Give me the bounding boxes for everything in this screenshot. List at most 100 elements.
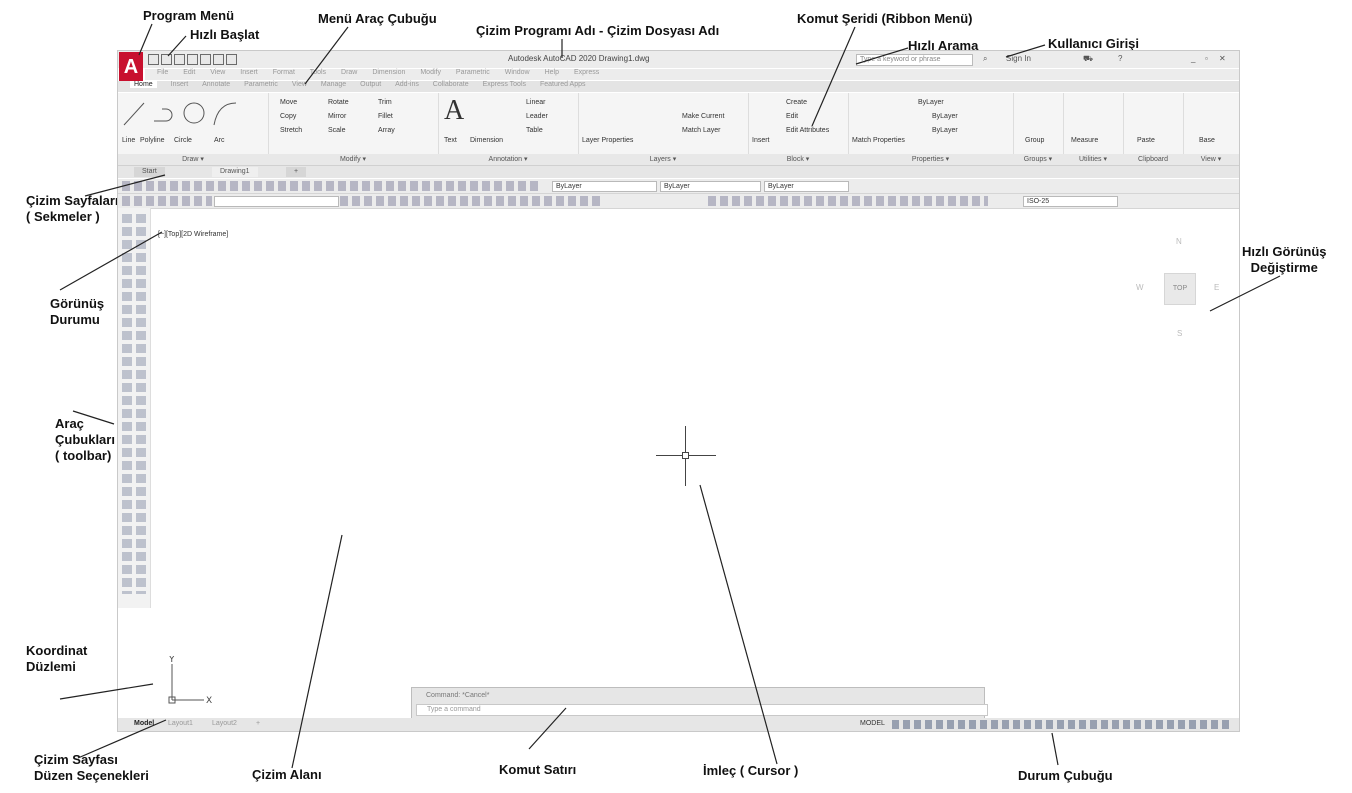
arc-button[interactable]: Arc: [214, 137, 225, 144]
modify-toolbar[interactable]: [136, 214, 146, 594]
viewcube-north[interactable]: N: [1176, 237, 1182, 246]
tab-insert[interactable]: Insert: [171, 81, 189, 88]
tab-view[interactable]: View: [292, 81, 307, 88]
menu-item[interactable]: Express: [574, 69, 599, 76]
table-button[interactable]: Table: [526, 127, 543, 134]
leader-button[interactable]: Leader: [526, 113, 548, 120]
array-button[interactable]: Array: [378, 127, 395, 134]
properties-panel-label[interactable]: Properties ▾: [848, 154, 1013, 165]
measure-button[interactable]: Measure: [1071, 137, 1098, 144]
tab-addins[interactable]: Add-ins: [395, 81, 419, 88]
annotation-panel-label[interactable]: Annotation ▾: [438, 154, 578, 165]
fillet-button[interactable]: Fillet: [378, 113, 393, 120]
viewcube-south[interactable]: S: [1177, 329, 1182, 338]
block-panel-label[interactable]: Block ▾: [748, 154, 848, 165]
clipboard-panel-label[interactable]: Clipboard: [1123, 154, 1183, 165]
utilities-panel-label[interactable]: Utilities ▾: [1063, 154, 1123, 165]
tab-manage[interactable]: Manage: [321, 81, 346, 88]
copy-button[interactable]: Copy: [280, 113, 296, 120]
text-button[interactable]: Text: [444, 137, 457, 144]
help-icon[interactable]: ?: [1118, 54, 1122, 63]
viewcube-top[interactable]: TOP: [1164, 273, 1196, 305]
dimstyle-dropdown[interactable]: ISO-25: [1023, 196, 1118, 207]
paste-button[interactable]: Paste: [1137, 137, 1155, 144]
linetype-select[interactable]: ByLayer: [932, 113, 958, 120]
viewcube-west[interactable]: W: [1136, 283, 1144, 292]
object-toolbar-icons[interactable]: [340, 196, 600, 206]
menu-item[interactable]: Tools: [310, 69, 326, 76]
scale-button[interactable]: Scale: [328, 127, 346, 134]
edit-attributes-button[interactable]: Edit Attributes: [786, 127, 829, 134]
menu-item[interactable]: Dimension: [372, 69, 405, 76]
polyline-button[interactable]: Polyline: [140, 137, 165, 144]
close-icon[interactable]: ✕: [1219, 54, 1226, 63]
status-toggles[interactable]: [892, 720, 1232, 729]
draw-panel-label[interactable]: Draw ▾: [118, 154, 268, 165]
layer-dropdown[interactable]: [214, 196, 339, 207]
draw-toolbar[interactable]: [122, 214, 132, 594]
make-current-button[interactable]: Make Current: [682, 113, 724, 120]
layers-panel-label[interactable]: Layers ▾: [578, 154, 748, 165]
menu-item[interactable]: Draw: [341, 69, 357, 76]
linear-button[interactable]: Linear: [526, 99, 545, 106]
binoculars-icon[interactable]: ⌕: [983, 54, 987, 64]
command-input[interactable]: Type a command: [416, 704, 988, 716]
insert-button[interactable]: Insert: [752, 137, 770, 144]
menu-item[interactable]: Insert: [240, 69, 258, 76]
view-state-label[interactable]: [−][Top][2D Wireframe]: [158, 231, 228, 238]
color-dropdown[interactable]: ByLayer: [552, 181, 657, 192]
match-properties-button[interactable]: Match Properties: [852, 137, 905, 144]
menu-item[interactable]: Format: [273, 69, 295, 76]
edit-block-button[interactable]: Edit: [786, 113, 798, 120]
cart-icon[interactable]: ⛟: [1083, 54, 1093, 64]
viewcube-east[interactable]: E: [1214, 283, 1219, 292]
groups-panel-label[interactable]: Groups ▾: [1013, 154, 1063, 165]
trim-button[interactable]: Trim: [378, 99, 392, 106]
line-button[interactable]: Line: [122, 137, 135, 144]
layer-toolbar-icons[interactable]: [122, 196, 212, 206]
tab-drawing1[interactable]: Drawing1: [212, 167, 258, 177]
new-tab-button[interactable]: +: [286, 167, 307, 177]
create-block-button[interactable]: Create: [786, 99, 807, 106]
menu-item[interactable]: Help: [545, 69, 559, 76]
tab-home[interactable]: Home: [130, 81, 157, 88]
tab-start[interactable]: Start: [134, 167, 165, 177]
stretch-button[interactable]: Stretch: [280, 127, 302, 134]
model-space-button[interactable]: MODEL: [860, 720, 885, 727]
quick-access-toolbar[interactable]: [148, 54, 239, 67]
tab-parametric[interactable]: Parametric: [244, 81, 278, 88]
layer-properties-button[interactable]: Layer Properties: [582, 137, 633, 144]
search-input[interactable]: Type a keyword or phrase: [856, 54, 973, 66]
menu-item[interactable]: Edit: [183, 69, 195, 76]
modify-panel-label[interactable]: Modify ▾: [268, 154, 438, 165]
restore-icon[interactable]: ▫: [1205, 54, 1208, 63]
menu-item[interactable]: File: [157, 69, 168, 76]
mirror-button[interactable]: Mirror: [328, 113, 346, 120]
viewcube[interactable]: N W TOP E S: [1122, 231, 1232, 361]
linetype-dropdown[interactable]: ByLayer: [660, 181, 761, 192]
add-layout-button[interactable]: +: [256, 720, 260, 727]
lineweight-select[interactable]: ByLayer: [932, 127, 958, 134]
color-select[interactable]: ByLayer: [918, 99, 944, 106]
rotate-button[interactable]: Rotate: [328, 99, 349, 106]
minimize-icon[interactable]: _: [1191, 54, 1195, 63]
tab-model[interactable]: Model: [134, 720, 154, 727]
move-button[interactable]: Move: [280, 99, 297, 106]
tab-annotate[interactable]: Annotate: [202, 81, 230, 88]
group-button[interactable]: Group: [1025, 137, 1044, 144]
lineweight-dropdown[interactable]: ByLayer: [764, 181, 849, 192]
tab-collaborate[interactable]: Collaborate: [433, 81, 469, 88]
menu-item[interactable]: Parametric: [456, 69, 490, 76]
dimension-button[interactable]: Dimension: [470, 137, 503, 144]
tab-output[interactable]: Output: [360, 81, 381, 88]
circle-button[interactable]: Circle: [174, 137, 192, 144]
tab-express-tools[interactable]: Express Tools: [483, 81, 526, 88]
dimension-toolbar-icons[interactable]: [708, 196, 988, 206]
menu-item[interactable]: View: [210, 69, 225, 76]
sign-in-button[interactable]: Sign In: [1006, 54, 1031, 63]
view-panel-label[interactable]: View ▾: [1183, 154, 1239, 165]
tab-layout2[interactable]: Layout2: [212, 720, 237, 727]
tab-layout1[interactable]: Layout1: [168, 720, 193, 727]
base-button[interactable]: Base: [1199, 137, 1215, 144]
menu-item[interactable]: Window: [505, 69, 530, 76]
